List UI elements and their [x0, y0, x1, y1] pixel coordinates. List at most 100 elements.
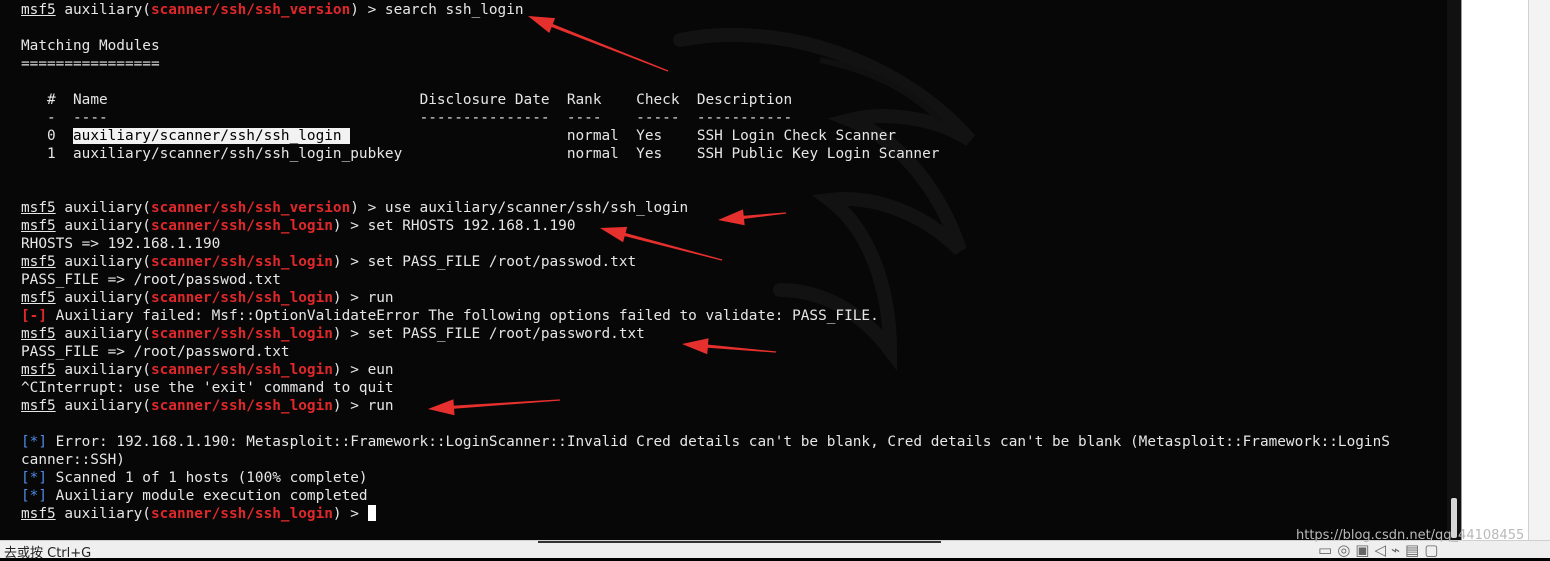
- table-indent: [21, 146, 47, 162]
- prompt-prefix: auxiliary(: [55, 218, 151, 234]
- prompt-prefix: auxiliary(: [55, 2, 151, 18]
- side-panel-edge: [1528, 0, 1550, 540]
- device-icons: ▭◎▣◁⌁▤▢: [1318, 541, 1443, 559]
- output-text: canner::SSH): [21, 452, 125, 468]
- prompt-label: msf5: [21, 218, 56, 234]
- output-line: canner::SSH): [21, 451, 1390, 469]
- prompt-label: msf5: [21, 506, 56, 522]
- command-text: eun: [367, 362, 394, 378]
- cell-description: SSH Public Key Login Scanner: [696, 146, 940, 162]
- prompt-suffix: ) >: [332, 362, 368, 378]
- speaker-icon[interactable]: ◁: [1374, 541, 1391, 559]
- status-text: Scanned 1 of 1 hosts (100% complete): [47, 470, 368, 486]
- rule-line: ================: [21, 55, 1390, 73]
- prompt-label: msf5: [21, 200, 56, 216]
- status-marker: [*]: [21, 470, 47, 486]
- cell-disclosure_date: [420, 128, 567, 144]
- side-panel: [1461, 0, 1550, 540]
- table-row: 0 auxiliary/scanner/ssh/ssh_login normal…: [21, 127, 1390, 145]
- output-line: PASS_FILE => /root/passwod.txt: [21, 271, 1390, 289]
- cell-description: Description: [696, 92, 793, 108]
- usb-icon[interactable]: ⌁: [1391, 541, 1405, 559]
- cell-num: 1: [47, 146, 73, 162]
- terminal-output: msf5 auxiliary(scanner/ssh/ssh_version) …: [21, 1, 1390, 523]
- output-text: PASS_FILE => /root/password.txt: [21, 344, 290, 360]
- blog-watermark: https://blog.csdn.net/qq_44108455: [1296, 528, 1525, 543]
- prompt-line: msf5 auxiliary(scanner/ssh/ssh_login) > …: [21, 325, 1390, 343]
- matching-heading: Matching Modules: [21, 38, 160, 54]
- heading-rule: ================: [21, 56, 160, 72]
- status-text: Auxiliary module execution completed: [47, 488, 368, 504]
- cell-rank: Rank: [566, 92, 637, 108]
- table-row: 1 auxiliary/scanner/ssh/ssh_login_pubkey…: [21, 145, 1390, 163]
- table-header: # Name Disclosure Date Rank Check Descri…: [21, 91, 1390, 109]
- prompt-suffix: ) >: [332, 218, 368, 234]
- cell-description: -----------: [696, 110, 793, 126]
- prompt-label: msf5: [21, 2, 56, 18]
- prompt-suffix: ) >: [350, 2, 385, 18]
- table-indent: [21, 128, 47, 144]
- terminal-scrollbar[interactable]: [1447, 0, 1461, 540]
- heading-line: Matching Modules: [21, 37, 1390, 55]
- cell-num: #: [47, 92, 73, 108]
- prompt-label: msf5: [21, 254, 56, 270]
- module-path: scanner/ssh/ssh_login: [150, 218, 333, 234]
- prompt-prefix: auxiliary(: [55, 254, 151, 270]
- prompt-prefix: auxiliary(: [55, 200, 151, 216]
- command-text: search ssh_login: [384, 2, 524, 18]
- status-line: [*] Error: 192.168.1.190: Metasploit::Fr…: [21, 433, 1390, 451]
- command-text: run: [367, 290, 394, 306]
- cell-rank: normal: [566, 128, 637, 144]
- prompt-line: msf5 auxiliary(scanner/ssh/ssh_login) >: [21, 505, 1390, 523]
- terminal-window[interactable]: msf5 auxiliary(scanner/ssh/ssh_version) …: [0, 0, 1447, 540]
- cursor-block: [367, 505, 376, 521]
- command-text: set PASS_FILE /root/passwod.txt: [367, 254, 637, 270]
- output-line: ^CInterrupt: use the 'exit' command to q…: [21, 379, 1390, 397]
- command-text: set PASS_FILE /root/password.txt: [367, 326, 645, 342]
- prompt-label: msf5: [21, 398, 56, 414]
- module-path: scanner/ssh/ssh_login: [150, 290, 333, 306]
- cell-check: -----: [636, 110, 697, 126]
- prompt-label: msf5: [21, 290, 56, 306]
- output-line: PASS_FILE => /root/password.txt: [21, 343, 1390, 361]
- prompt-label: msf5: [21, 362, 56, 378]
- prompt-suffix: ) >: [332, 254, 368, 270]
- module-path: scanner/ssh/ssh_login: [150, 326, 333, 342]
- prompt-suffix: ) >: [332, 506, 368, 522]
- globe-icon[interactable]: ◎: [1337, 541, 1355, 559]
- status-text: Error: 192.168.1.190: Metasploit::Framew…: [47, 434, 1390, 450]
- prompt-prefix: auxiliary(: [55, 290, 151, 306]
- cell-rank: ----: [566, 110, 637, 126]
- window-icon[interactable]: ▭: [1318, 541, 1337, 559]
- cell-num: -: [47, 110, 73, 126]
- printer-icon[interactable]: ▤: [1405, 541, 1424, 559]
- cell-check: Check: [636, 92, 697, 108]
- cell-rank: normal: [566, 146, 637, 162]
- module-path: scanner/ssh/ssh_version: [150, 200, 351, 216]
- prompt-line: msf5 auxiliary(scanner/ssh/ssh_login) > …: [21, 397, 1390, 415]
- cell-disclosure_date: Disclosure Date: [419, 92, 567, 108]
- prompt-prefix: auxiliary(: [55, 506, 151, 522]
- cell-check: Yes: [636, 128, 697, 144]
- prompt-suffix: ) >: [350, 200, 385, 216]
- prompt-label: msf5: [21, 326, 56, 342]
- module-path: scanner/ssh/ssh_login: [150, 362, 333, 378]
- output-line: RHOSTS => 192.168.1.190: [21, 235, 1390, 253]
- command-text: run: [367, 398, 394, 414]
- command-text: set RHOSTS 192.168.1.190: [367, 218, 576, 234]
- cell-num: 0: [47, 128, 73, 144]
- monitor-icon[interactable]: ▢: [1424, 541, 1443, 559]
- display-icon[interactable]: ▣: [1355, 541, 1374, 559]
- cell-description: SSH Login Check Scanner: [696, 128, 897, 144]
- output-text: PASS_FILE => /root/passwod.txt: [21, 272, 281, 288]
- status-divider: [538, 541, 941, 543]
- status-hint: 去或按 Ctrl+G: [4, 546, 92, 561]
- prompt-line: msf5 auxiliary(scanner/ssh/ssh_version) …: [21, 1, 1390, 19]
- table-indent: [21, 92, 47, 108]
- module-path: scanner/ssh/ssh_login: [150, 398, 333, 414]
